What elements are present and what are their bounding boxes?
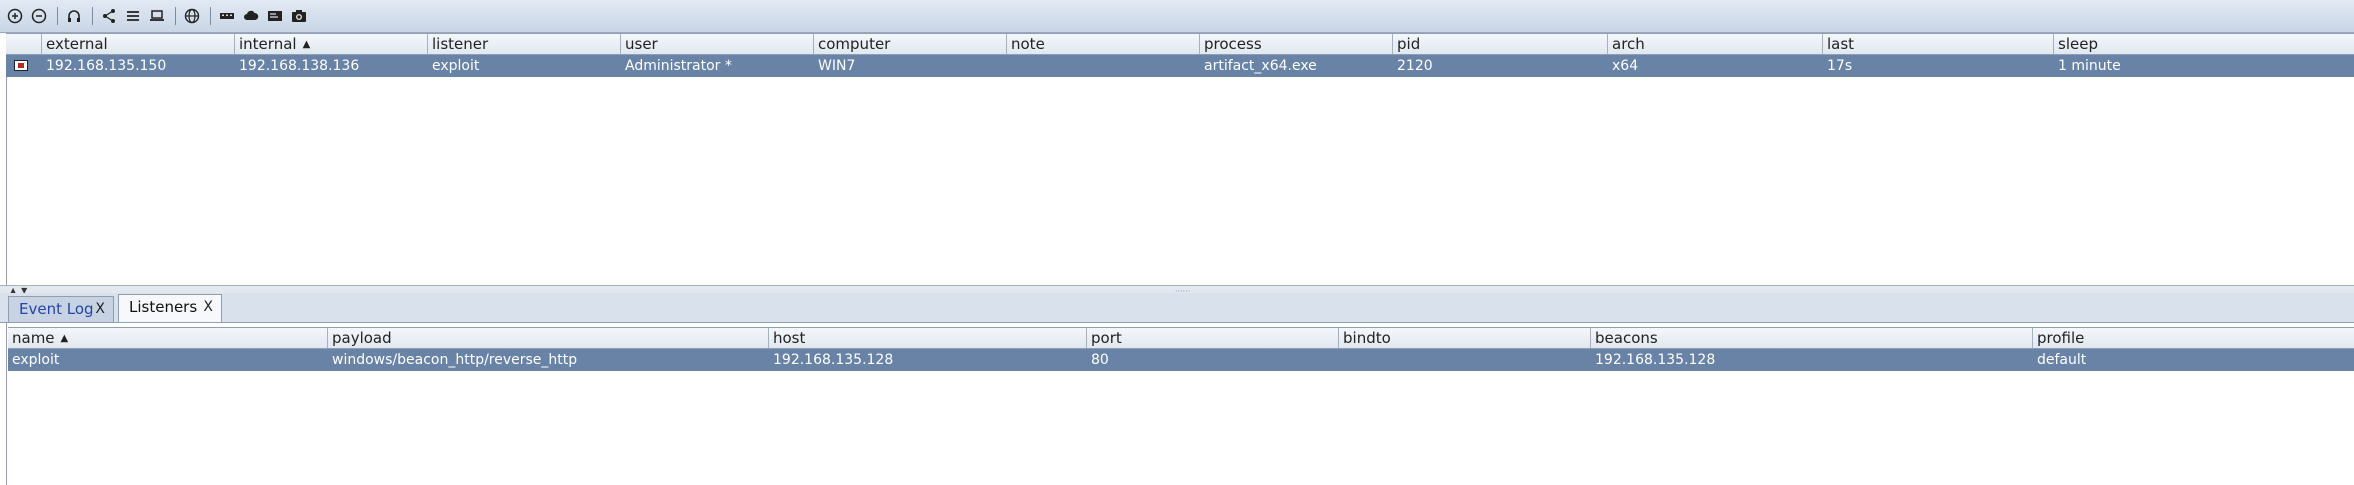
cell-last: 17s <box>1827 58 1853 74</box>
column-header-beacons[interactable]: beacons <box>1591 328 2033 348</box>
tab-label: Event Log <box>19 300 94 318</box>
laptop-icon[interactable] <box>147 5 167 27</box>
column-header-note[interactable]: note <box>1007 34 1200 54</box>
cell-beacons: 192.168.135.128 <box>1595 352 1716 368</box>
column-header-sleep[interactable]: sleep <box>2054 34 2354 54</box>
disconnect-icon[interactable] <box>29 5 49 27</box>
cell-arch: x64 <box>1612 58 1639 74</box>
tab-listeners[interactable]: Listeners X <box>118 294 222 322</box>
column-header-arch[interactable]: arch <box>1608 34 1823 54</box>
headphones-icon[interactable] <box>64 5 84 27</box>
cell-process: artifact_x64.exe <box>1204 58 1317 74</box>
computer-icon <box>14 60 28 71</box>
list-icon[interactable] <box>123 5 143 27</box>
keyboard-icon[interactable] <box>217 5 237 27</box>
cell-user: Administrator * <box>625 58 732 74</box>
cell-computer: WIN7 <box>818 58 856 74</box>
tab-event-log[interactable]: Event Log X <box>8 296 114 322</box>
column-header-pid[interactable]: pid <box>1393 34 1608 54</box>
beacons-table: external internal ▲ listener user compute… <box>6 33 2354 77</box>
beacon-cell-icon <box>6 55 42 77</box>
close-icon[interactable]: X <box>95 297 105 321</box>
column-header-user[interactable]: user <box>621 34 814 54</box>
sort-ascending-icon: ▲ <box>302 39 311 50</box>
terminal-icon[interactable] <box>265 5 285 27</box>
cloud-icon[interactable] <box>241 5 261 27</box>
globe-icon[interactable] <box>182 5 202 27</box>
toolbar-separator <box>210 7 211 25</box>
toolbar <box>0 0 2354 33</box>
column-header-bindto[interactable]: bindto <box>1339 328 1591 348</box>
sort-ascending-icon: ▲ <box>60 333 69 344</box>
cell-sleep: 1 minute <box>2058 58 2121 74</box>
column-header-computer[interactable]: computer <box>814 34 1007 54</box>
camera-icon[interactable] <box>289 5 309 27</box>
cell-name: exploit <box>12 352 60 368</box>
column-header-profile[interactable]: profile <box>2033 328 2354 348</box>
listeners-table-header: name ▲ payload host port bindto beacons p… <box>8 327 2354 349</box>
close-icon[interactable]: X <box>203 295 213 319</box>
toolbar-separator <box>175 7 176 25</box>
connect-icon[interactable] <box>5 5 25 27</box>
cell-pid: 2120 <box>1397 58 1433 74</box>
listeners-table: name ▲ payload host port bindto beacons p… <box>8 327 2354 371</box>
column-header-listener[interactable]: listener <box>428 34 621 54</box>
cell-host: 192.168.135.128 <box>773 352 894 368</box>
column-header-process[interactable]: process <box>1200 34 1393 54</box>
cell-port: 80 <box>1091 352 1109 368</box>
column-header-icon[interactable] <box>6 34 42 54</box>
cell-listener: exploit <box>432 58 480 74</box>
cell-internal: 192.168.138.136 <box>239 58 360 74</box>
column-header-internal[interactable]: internal ▲ <box>235 34 428 54</box>
column-header-payload[interactable]: payload <box>328 328 769 348</box>
tab-label: Listeners <box>129 298 198 316</box>
share-icon[interactable] <box>99 5 119 27</box>
column-header-last[interactable]: last <box>1823 34 2054 54</box>
cell-external: 192.168.135.150 <box>46 58 167 74</box>
tab-bar: Event Log X Listeners X <box>0 293 2354 323</box>
cell-profile: default <box>2037 352 2087 368</box>
toolbar-separator <box>92 7 93 25</box>
toolbar-separator <box>57 7 58 25</box>
column-header-host[interactable]: host <box>769 328 1087 348</box>
cell-payload: windows/beacon_http/reverse_http <box>332 352 578 368</box>
frame-border <box>6 33 7 485</box>
table-row[interactable]: exploit windows/beacon_http/reverse_http… <box>8 349 2354 371</box>
cell-bindto <box>1339 349 1591 371</box>
cell-note <box>1007 55 1200 77</box>
column-header-name[interactable]: name ▲ <box>8 328 328 348</box>
table-row[interactable]: 192.168.135.150 192.168.138.136 exploit … <box>6 55 2354 77</box>
column-header-external[interactable]: external <box>42 34 235 54</box>
column-header-port[interactable]: port <box>1087 328 1339 348</box>
beacons-table-header: external internal ▲ listener user compute… <box>6 33 2354 55</box>
